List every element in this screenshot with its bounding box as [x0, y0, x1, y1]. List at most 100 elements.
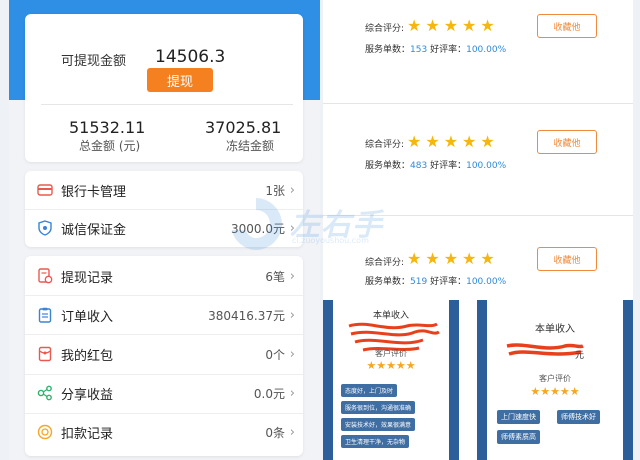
- star-icon: ★: [462, 249, 477, 268]
- service-count-label: 服务单数：: [365, 45, 411, 55]
- star-icon: ★: [480, 249, 495, 268]
- technician-review-card: 综合评分: ★ ★ ★ ★ ★ 服务单数：153 好评率：100.00% 收藏他: [323, 0, 633, 104]
- menu-item-value: 1张: [265, 183, 285, 198]
- service-count: 153: [410, 45, 428, 55]
- chevron-right-icon: ›: [289, 346, 295, 362]
- review-tag: 师傅技术好: [557, 410, 600, 424]
- menu-item-value: 0.0元: [253, 386, 285, 401]
- star-icon: ★: [462, 132, 477, 151]
- menu-item-share-earnings[interactable]: 分享收益 0.0元 ›: [25, 374, 303, 412]
- menu-item-red-packet[interactable]: 我的红包 0个 ›: [25, 335, 303, 373]
- order-clipboard-icon: [37, 307, 53, 323]
- star-icon: ★: [407, 249, 422, 268]
- review-tag: 服务很到位，沟通很准确: [341, 401, 416, 414]
- menu-item-deduction-records[interactable]: 扣款记录 0条 ›: [25, 413, 303, 451]
- service-stats: 服务单数：519 好评率：100.00%: [365, 274, 506, 287]
- chevron-right-icon: ›: [289, 268, 295, 284]
- menu-item-value: 0个: [265, 347, 285, 362]
- withdraw-button[interactable]: 提现: [147, 68, 213, 92]
- menu-item-withdraw-records[interactable]: 提现记录 6笔 ›: [25, 257, 303, 295]
- favorite-button[interactable]: 收藏他: [537, 247, 597, 271]
- chevron-right-icon: ›: [289, 182, 295, 198]
- star-icon: ★: [443, 132, 459, 151]
- review-tag: 卫生清理干净，无杂物: [341, 435, 410, 448]
- menu-item-label: 我的红包: [61, 348, 114, 364]
- frozen-amount: 37025.81: [205, 118, 282, 137]
- review-tag: 上门速度快: [497, 410, 540, 424]
- shield-icon: [37, 220, 53, 236]
- menu-item-value: 3000.0元: [231, 221, 285, 236]
- chevron-right-icon: ›: [289, 424, 295, 440]
- menu-item-label: 提现记录: [61, 270, 114, 286]
- technician-review-card: 综合评分: ★ ★ ★ ★ ★ 服务单数：519 好评率：100.00% 收藏他: [323, 222, 633, 298]
- menu-item-label: 银行卡管理: [61, 184, 127, 200]
- praise-rate-label: 好评率：: [430, 45, 467, 55]
- service-count-label: 服务单数：: [365, 277, 411, 287]
- menu-item-value: 380416.37元: [208, 308, 285, 323]
- favorite-button[interactable]: 收藏他: [537, 130, 597, 154]
- review-tag: 师傅素质高: [497, 430, 540, 444]
- redaction-scribble: [506, 343, 584, 356]
- service-count-label: 服务单数：: [365, 161, 411, 171]
- praise-rate: 100.00%: [466, 45, 507, 55]
- screenshot-collage: 可提现金额 14506.3 提现 51532.11 总金额 (元) 37025.…: [0, 0, 640, 460]
- star-rating: ★ ★ ★ ★ ★: [407, 18, 495, 34]
- rating-label: 综合评分:: [365, 258, 405, 268]
- frozen-amount-label: 冻结金额: [226, 139, 275, 153]
- customer-evaluation-label: 客户评价: [539, 374, 571, 383]
- account-menu-card: 银行卡管理 1张 › 诚信保证金 3000.0元 ›: [25, 171, 303, 247]
- technician-review-card: 综合评分: ★ ★ ★ ★ ★ 服务单数：483 好评率：100.00% 收藏他: [323, 112, 633, 216]
- menu-item-bank-card[interactable]: 银行卡管理 1张 ›: [25, 171, 303, 209]
- menu-item-label: 订单收入: [61, 309, 114, 325]
- service-stats: 服务单数：153 好评率：100.00%: [365, 42, 506, 55]
- menu-item-label: 扣款记录: [61, 426, 114, 442]
- income-title: 本单收入: [535, 324, 575, 335]
- technician-list-screen: 综合评分: ★ ★ ★ ★ ★ 服务单数：153 好评率：100.00% 收藏他 综合评…: [323, 0, 633, 460]
- praise-rate: 100.00%: [466, 161, 507, 171]
- star-rating: ★ ★ ★ ★ ★: [407, 134, 495, 150]
- order-review-screenshot: 本单收入 元 客户评价 ★★★★★ 上门速度快 师傅技术好 师傅素质高: [477, 300, 633, 460]
- menu-item-label: 诚信保证金: [61, 222, 127, 238]
- balance-card: 可提现金额 14506.3 提现 51532.11 总金额 (元) 37025.…: [25, 14, 303, 162]
- praise-rate-label: 好评率：: [430, 161, 467, 171]
- red-packet-icon: [37, 346, 53, 362]
- star-icon: ★: [443, 16, 459, 35]
- menu-item-label: 分享收益: [61, 387, 114, 403]
- star-icon: ★: [462, 16, 477, 35]
- mini-star-rating: ★★★★★: [366, 359, 416, 372]
- mini-star-rating: ★★★★★: [530, 385, 580, 398]
- divider: [41, 104, 293, 105]
- background-strip: [449, 300, 459, 460]
- customer-evaluation-label: 客户评价: [375, 349, 407, 358]
- total-amount: 51532.11: [69, 118, 146, 137]
- divider: [323, 103, 633, 104]
- chevron-right-icon: ›: [289, 307, 295, 323]
- star-icon: ★: [407, 16, 422, 35]
- rating-label: 综合评分:: [365, 24, 405, 34]
- favorite-button[interactable]: 收藏他: [537, 14, 597, 38]
- star-icon: ★: [480, 16, 495, 35]
- wallet-screen: 可提现金额 14506.3 提现 51532.11 总金额 (元) 37025.…: [9, 0, 320, 460]
- star-icon: ★: [443, 249, 459, 268]
- deduction-icon: [37, 424, 53, 440]
- order-review-screenshot: 本单收入 客户评价 ★★★★★ 态度好，上门及时 服务很到位，沟通很准确 安装技…: [323, 300, 459, 460]
- service-count: 483: [410, 161, 428, 171]
- withdrawable-label: 可提现金额: [61, 54, 127, 69]
- bank-card-icon: [37, 182, 53, 198]
- menu-item-deposit[interactable]: 诚信保证金 3000.0元 ›: [25, 209, 303, 247]
- star-rating: ★ ★ ★ ★ ★: [407, 251, 495, 267]
- chevron-right-icon: ›: [289, 220, 295, 236]
- review-tag: 安装技术好，效果很满意: [341, 418, 416, 431]
- total-amount-label: 总金额 (元): [79, 139, 141, 153]
- rating-label: 综合评分:: [365, 140, 405, 150]
- menu-item-order-income[interactable]: 订单收入 380416.37元 ›: [25, 296, 303, 334]
- service-count: 519: [410, 277, 428, 287]
- star-icon: ★: [425, 249, 440, 268]
- withdraw-record-icon: [37, 268, 53, 284]
- praise-rate: 100.00%: [466, 277, 507, 287]
- star-icon: ★: [407, 132, 422, 151]
- records-menu-card: 提现记录 6笔 › 订单收入 380416.37元 › 我的红包 0个 › 分享…: [25, 256, 303, 456]
- review-tag: 态度好，上门及时: [341, 384, 398, 397]
- menu-item-value: 0条: [265, 425, 285, 440]
- star-icon: ★: [425, 132, 440, 151]
